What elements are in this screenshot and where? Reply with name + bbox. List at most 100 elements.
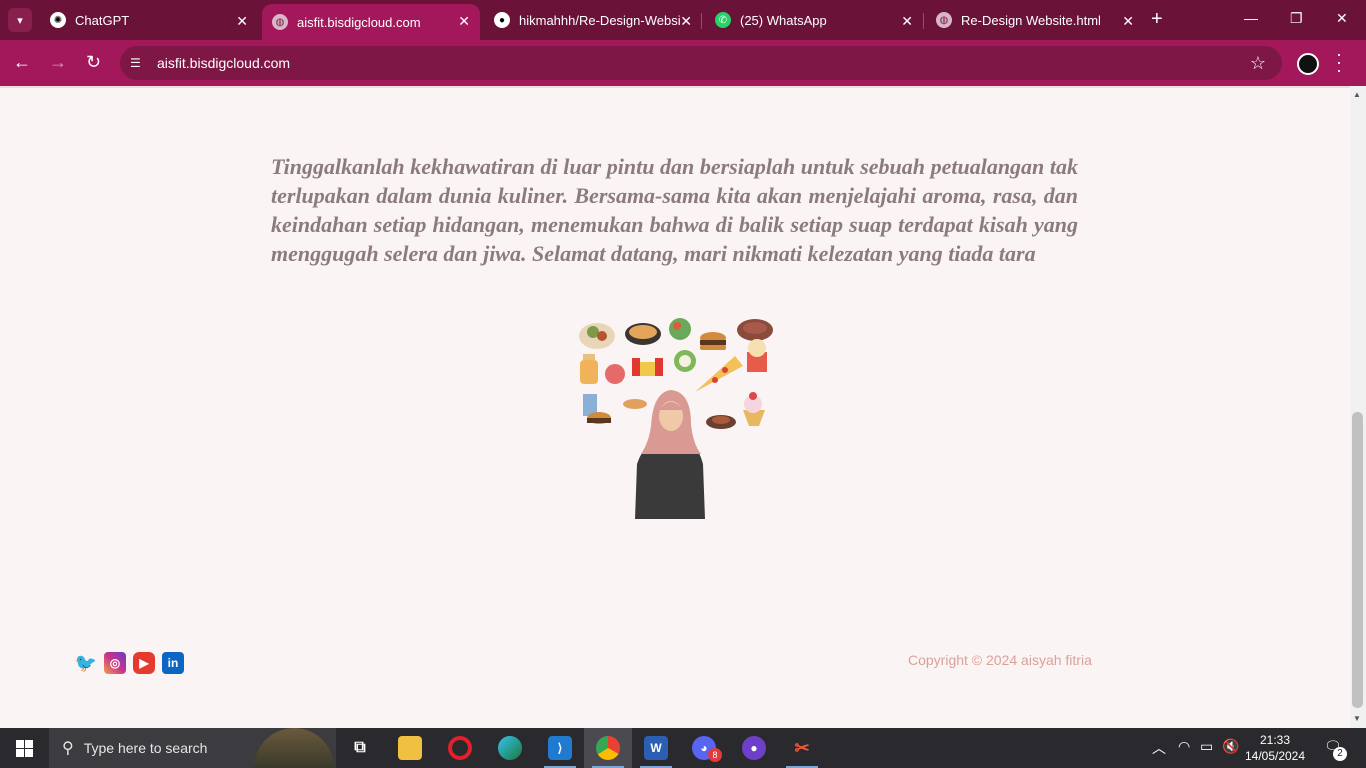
tab-title: ChatGPT	[75, 12, 130, 28]
close-icon[interactable]: ✕	[901, 13, 913, 30]
clock-time: 21:33	[1259, 733, 1291, 747]
edge-icon	[498, 736, 522, 760]
windows-taskbar: ⚲ Type here to search ⧉ ⟩ W ◕ 8 ● ✂ ︿ ◠ …	[0, 728, 1366, 768]
food-illustration	[579, 318, 773, 519]
taskbar-vscode[interactable]: ⟩	[536, 728, 584, 768]
youtube-icon[interactable]: ▶	[133, 652, 155, 674]
social-links: 🐦 ◎ ▶ in	[75, 652, 184, 674]
snack-icon	[623, 399, 647, 409]
taskbar-opera[interactable]	[436, 728, 484, 768]
close-icon[interactable]: ✕	[236, 13, 248, 30]
chrome-icon	[596, 736, 620, 760]
chatgpt-icon: ✺	[50, 12, 66, 28]
show-hidden-icons-chevron[interactable]: ︿	[1152, 738, 1166, 758]
search-icon: ⚲	[62, 740, 74, 757]
taskbar-github-desktop[interactable]: ●	[730, 728, 778, 768]
coconut-drink-icon	[674, 350, 696, 372]
clock-date: 14/05/2024	[1244, 749, 1306, 763]
pizza-slice-icon	[695, 356, 743, 392]
fries-icon	[632, 358, 663, 376]
tab-title: (25) WhatsApp	[740, 12, 827, 28]
discord-badge: 8	[708, 748, 722, 762]
ice-cream-icon	[743, 392, 765, 426]
page-scrollbar[interactable]: ▲ ▼	[1350, 86, 1366, 728]
task-view-icon: ⧉	[354, 739, 366, 756]
drink-jar-icon	[580, 354, 598, 384]
tab-whatsapp[interactable]: ✆ (25) WhatsApp ✕	[705, 4, 923, 36]
burger-icon	[700, 332, 726, 350]
github-desktop-icon: ●	[742, 736, 766, 760]
scroll-up-icon[interactable]: ▲	[1353, 90, 1361, 99]
browser-toolbar: ← → ↻ ☰ aisfit.bisdigcloud.com ☆ · · ·	[0, 40, 1366, 86]
tab-active-aisfit[interactable]: ◍ aisfit.bisdigcloud.com ✕	[262, 4, 480, 40]
url-text[interactable]: aisfit.bisdigcloud.com	[157, 55, 290, 71]
linkedin-icon[interactable]: in	[162, 652, 184, 674]
web-page: Tinggalkanlah kekhawatiran di luar pintu…	[0, 86, 1350, 728]
taskbar-edge[interactable]	[486, 728, 534, 768]
popcorn-icon	[747, 339, 767, 372]
copyright-text: Copyright © 2024 aisyah fitria	[908, 652, 1092, 668]
tab-search-button[interactable]: ▾	[8, 8, 32, 32]
globe-icon: ◍	[272, 14, 288, 30]
tab-github[interactable]: ● hikmahhh/Re-Design-Websi ✕	[484, 4, 702, 36]
tab-title: Re-Design Website.html	[961, 12, 1101, 28]
steak-icon	[737, 319, 773, 341]
tab-separator	[923, 13, 924, 29]
tab-strip: ▾ ✺ ChatGPT ✕ ◍ aisfit.bisdigcloud.com ✕…	[0, 0, 1366, 40]
taskbar-discord[interactable]: ◕ 8	[680, 728, 728, 768]
windows-start-icon[interactable]	[16, 740, 33, 757]
smoothie-icon	[605, 364, 625, 384]
task-view-button[interactable]: ⧉	[336, 728, 384, 768]
taskbar-search-box[interactable]: ⚲ Type here to search	[49, 728, 336, 768]
tab-redesign[interactable]: ◍ Re-Design Website.html ✕	[926, 4, 1144, 36]
noodle-bowl-icon	[625, 323, 661, 345]
taskbar-snipping-tool[interactable]: ✂	[778, 728, 826, 768]
search-placeholder: Type here to search	[83, 740, 208, 756]
profile-avatar[interactable]	[1297, 53, 1319, 75]
scissors-icon: ✂	[794, 737, 810, 758]
vscode-icon: ⟩	[548, 736, 572, 760]
header-divider	[0, 86, 1350, 88]
word-icon: W	[644, 736, 668, 760]
food-plate-icon	[579, 323, 615, 349]
address-bar[interactable]: ☰ aisfit.bisdigcloud.com ☆	[120, 46, 1282, 80]
person-photo	[635, 390, 705, 519]
forward-button[interactable]: →	[49, 52, 67, 72]
reload-button[interactable]: ↻	[86, 52, 101, 72]
restore-button[interactable]: ❐	[1290, 10, 1303, 27]
close-icon[interactable]: ✕	[680, 13, 692, 30]
welcome-paragraph: Tinggalkanlah kekhawatiran di luar pintu…	[271, 154, 1078, 266]
browser-menu-button[interactable]: · · ·	[1336, 45, 1342, 79]
close-icon[interactable]: ✕	[1122, 13, 1134, 30]
github-icon: ●	[494, 12, 510, 28]
back-button[interactable]: ←	[13, 52, 31, 72]
wifi-icon[interactable]: ◠	[1178, 738, 1190, 755]
taskbar-word[interactable]: W	[632, 728, 680, 768]
meal-plate-icon	[706, 415, 736, 429]
site-info-icon[interactable]: ☰	[130, 56, 144, 70]
minimize-button[interactable]: —	[1244, 10, 1258, 26]
close-icon[interactable]: ✕	[458, 13, 470, 30]
scroll-down-icon[interactable]: ▼	[1353, 714, 1361, 723]
whatsapp-icon: ✆	[715, 12, 731, 28]
battery-icon[interactable]: ▭	[1200, 738, 1213, 755]
fastfood-combo-icon	[583, 394, 611, 424]
tab-chatgpt[interactable]: ✺ ChatGPT ✕	[40, 4, 258, 36]
window-close-button[interactable]: ✕	[1336, 10, 1348, 27]
new-tab-button[interactable]: +	[1151, 9, 1163, 29]
twitter-icon[interactable]: 🐦	[75, 652, 97, 674]
scrollbar-thumb[interactable]	[1352, 412, 1363, 708]
volume-muted-icon[interactable]: 🔇	[1222, 738, 1239, 755]
taskbar-file-explorer[interactable]	[386, 728, 434, 768]
bookmark-star-icon[interactable]: ☆	[1250, 53, 1266, 74]
folder-icon	[398, 736, 422, 760]
taskbar-chrome[interactable]	[584, 728, 632, 768]
search-highlight-image	[254, 728, 334, 768]
globe-icon: ◍	[936, 12, 952, 28]
tab-title: aisfit.bisdigcloud.com	[297, 14, 421, 30]
instagram-icon[interactable]: ◎	[104, 652, 126, 674]
notification-count-badge: 2	[1333, 747, 1347, 761]
tab-title: hikmahhh/Re-Design-Websi	[519, 12, 681, 28]
salad-bowl-icon	[669, 318, 691, 340]
taskbar-clock[interactable]: 21:33 14/05/2024	[1240, 732, 1310, 764]
